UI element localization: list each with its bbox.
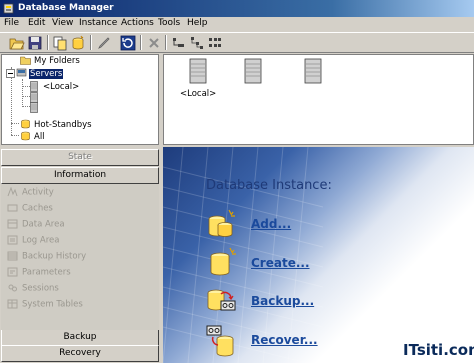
all-servers-icon [21,131,30,141]
nav-item-label: Data Area [22,219,65,230]
nav-item-caches[interactable]: Caches [7,203,53,217]
nav-recovery-header[interactable]: Recovery [1,345,159,362]
backup-link[interactable]: Backup... [251,294,314,308]
properties-icon[interactable] [170,35,186,51]
nav-item-system-tables[interactable]: System Tables [7,299,83,313]
tree-item-all[interactable]: All [20,131,46,142]
servers-icon [16,68,27,77]
tree-item-label: Hot-Standbys [34,119,92,130]
nav-information-header[interactable]: Information [1,167,159,184]
nav-item-parameters[interactable]: Parameters [7,267,71,281]
server-tree: My Folders Servers <Local> Hot-Standbys … [1,54,159,145]
list-view-icon[interactable] [207,35,223,51]
tree-item-servers[interactable]: Servers [6,68,64,79]
toolbar-separator [165,35,167,50]
folder-icon [20,56,31,65]
data-area-icon [7,219,18,229]
add-action[interactable]: Add... [205,207,465,241]
activity-icon [7,187,18,197]
menu-help[interactable]: Help [187,18,208,28]
nav-item-backup-history[interactable]: Backup History [7,251,86,265]
recover-database-icon [206,325,234,357]
log-area-icon [7,235,18,245]
nav-item-label: Parameters [22,267,71,278]
menu-file[interactable]: File [4,18,19,28]
server-icon [189,58,207,84]
toolbar [0,32,474,53]
add-link[interactable]: Add... [251,217,291,231]
server-list: <Local> [163,54,474,145]
tree-item-local[interactable]: <Local> [30,81,80,92]
recover-link[interactable]: Recover... [251,333,318,347]
menu-tools[interactable]: Tools [158,18,180,28]
nav-item-data-area[interactable]: Data Area [7,219,65,233]
system-tables-icon [7,299,18,309]
nav-item-label: System Tables [22,299,83,310]
nav-backup-header[interactable]: Backup [1,329,159,346]
app-icon [3,3,14,14]
new-database-icon[interactable] [70,35,86,51]
tree-item-label: My Folders [34,56,80,66]
menu-bar: File Edit View Instance Actions Tools He… [0,17,474,32]
server-list-label: <Local> [180,89,217,99]
nav-state-header[interactable]: State [1,149,159,166]
create-action[interactable]: Create... [205,246,465,280]
server-icon [244,58,262,84]
nav-item-label: Backup History [22,251,87,262]
nav-item-label: Sessions [22,283,59,294]
tree-view-icon[interactable] [189,35,205,51]
toolbar-separator [140,35,142,50]
content-panel: Database Instance: Add... Create... Back… [163,147,474,363]
watermark-text: ITsiti.com [403,341,474,359]
tree-item-label: <Local> [43,82,80,92]
add-database-icon [208,209,235,237]
menu-actions[interactable]: Actions [121,18,154,28]
database-manager-window: Database Manager File Edit View Instance… [0,0,474,363]
refresh-icon[interactable] [120,35,136,51]
backup-history-icon [7,251,18,261]
window-title: Database Manager [18,3,114,13]
create-link[interactable]: Create... [251,256,310,270]
toolbar-separator [90,35,92,50]
server-list-item[interactable] [303,58,323,89]
copy-icon[interactable] [52,35,68,51]
menu-edit[interactable]: Edit [28,18,45,28]
server-icon [30,81,38,92]
nav-item-label: Activity [22,187,54,198]
content-title: Database Instance: [206,178,332,193]
tree-item-label: Servers [29,68,64,79]
hot-standby-icon [21,119,30,129]
server-list-item[interactable]: <Local> [180,58,216,99]
open-folder-icon[interactable] [9,35,25,51]
tree-item-server[interactable] [30,102,40,113]
delete-icon[interactable] [146,35,162,51]
server-list-item[interactable] [243,58,263,89]
edit-icon[interactable] [96,35,112,51]
tree-item-label [38,103,40,113]
backup-action[interactable]: Backup... [205,284,465,318]
tree-item-label: All [34,131,45,142]
backup-database-icon [207,289,236,311]
sessions-icon [8,284,17,292]
collapse-toggle-icon[interactable] [6,68,15,78]
parameters-icon [7,267,18,277]
title-bar: Database Manager [0,0,474,17]
menu-instance[interactable]: Instance [79,18,117,28]
menu-view[interactable]: View [52,18,73,28]
tree-item-hot-standbys[interactable]: Hot-Standbys [20,119,93,130]
nav-item-label: Caches [22,203,53,214]
nav-item-log-area[interactable]: Log Area [7,235,59,249]
nav-item-label: Log Area [22,235,60,246]
nav-items-list: Activity Caches Data Area Log Area Backu… [1,184,159,330]
server-icon [30,102,38,113]
save-icon[interactable] [27,35,43,51]
caches-icon [7,204,18,212]
nav-item-activity[interactable]: Activity [7,187,54,201]
watermark: ITsiti.com [399,340,474,362]
tree-item-my-folders[interactable]: My Folders [20,56,81,66]
create-database-icon [210,247,236,276]
nav-item-sessions[interactable]: Sessions [7,283,59,297]
server-icon [304,58,322,84]
toolbar-separator [47,35,49,50]
